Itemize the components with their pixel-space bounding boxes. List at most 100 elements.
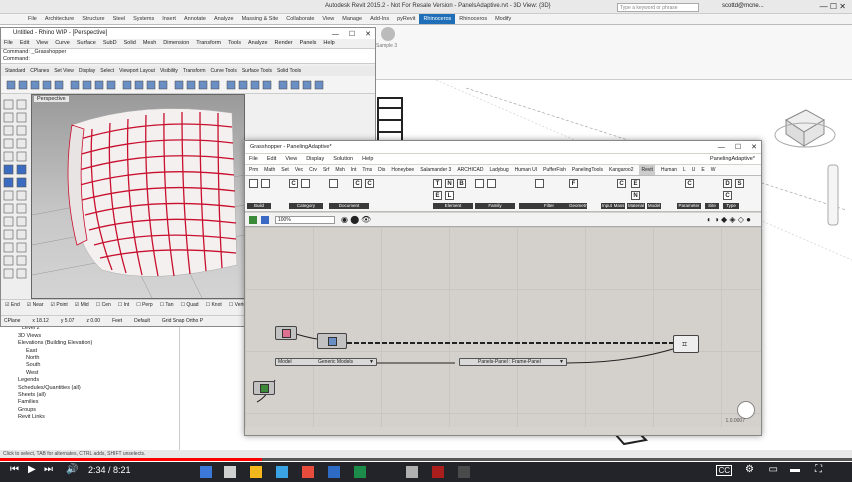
revit-window-controls[interactable]: — ☐ ✕ (820, 2, 846, 11)
rhino-menu-item-2[interactable]: View (36, 39, 48, 48)
browser-item[interactable]: Sheets (all) (0, 392, 179, 399)
osnap-option-1[interactable]: ☑ Near (27, 300, 44, 309)
document-name[interactable]: PanelingAdaptive* (710, 156, 755, 162)
build-icon[interactable] (249, 179, 258, 188)
miniplayer-icon[interactable]: ▭ (769, 464, 778, 475)
volume-icon[interactable]: 🔊 (66, 464, 78, 475)
rhino-menu-item-1[interactable]: Edit (20, 39, 29, 48)
browser-item[interactable]: Families (0, 399, 179, 406)
browser-item[interactable]: South (0, 362, 179, 369)
rhino-toolbar-tab-8[interactable]: Curve Tools (211, 66, 237, 76)
browser-item[interactable]: 3D Views (0, 333, 179, 340)
open-icon[interactable] (261, 216, 269, 224)
rhino-toolbar-tab-10[interactable]: Solid Tools (277, 66, 301, 76)
rhino-menu-item-12[interactable]: Render (275, 39, 293, 48)
revit-tab-3[interactable]: Steel (109, 14, 130, 24)
rhino-menu-item-6[interactable]: Solid (124, 39, 136, 48)
family-e-icon[interactable]: E (433, 191, 442, 200)
rhino-menu-item-8[interactable]: Dimension (163, 39, 189, 48)
geometry-icon[interactable] (535, 179, 544, 188)
material-e-icon[interactable]: E (631, 179, 640, 188)
edge-icon[interactable] (276, 466, 288, 478)
revit-tab-4[interactable]: Systems (129, 14, 158, 24)
rhino-menu-item-3[interactable]: Curve (55, 39, 70, 48)
browser-item[interactable]: Elevations (Building Elevation) (0, 340, 179, 347)
revit-tab-12[interactable]: Add-Ins (366, 14, 393, 24)
revit-tab-8[interactable]: Massing & Site (238, 14, 283, 24)
input-f-icon[interactable]: F (569, 179, 578, 188)
type-s-icon[interactable]: S (735, 179, 744, 188)
document-c-icon-2[interactable]: C (365, 179, 374, 188)
grasshopper-tab-12[interactable]: ARCHICAD (457, 165, 483, 175)
grasshopper-tab-16[interactable]: PanelingTools (572, 165, 603, 175)
document-c-icon[interactable]: C (353, 179, 362, 188)
zoom-field[interactable]: 100% (275, 216, 335, 224)
geometry-component[interactable] (253, 381, 275, 395)
captions-icon[interactable]: CC (716, 465, 732, 476)
rhino-toolbar-tab-7[interactable]: Transform (183, 66, 206, 76)
rhino-menu-item-13[interactable]: Panels (300, 39, 317, 48)
revit-model-component[interactable] (275, 326, 297, 340)
rhino-toolbar-tab-4[interactable]: Select (100, 66, 114, 76)
revit-tab-0[interactable]: File (24, 14, 41, 24)
rhino-side-toolbar[interactable] (1, 94, 31, 299)
family-l-icon[interactable]: L (445, 191, 454, 200)
video-progress-bar[interactable] (0, 458, 852, 461)
previous-icon[interactable]: ⏮ (10, 464, 19, 475)
osnap-option-0[interactable]: ☑ End (5, 300, 20, 309)
family-type-picker[interactable]: Panels-Panel : Frame-Panel ▼ (459, 358, 567, 366)
grasshopper-tab-6[interactable]: Msh (335, 165, 344, 175)
osnap-option-5[interactable]: ☐ Int (118, 300, 129, 309)
grasshopper-tab-10[interactable]: Honeybee (391, 165, 414, 175)
add-component[interactable]: ⌗ (673, 335, 699, 353)
rhino-toolbar-tab-0[interactable]: Standard (5, 66, 25, 76)
revit-tab-14[interactable]: Rhinoceros (419, 14, 456, 24)
browser-item[interactable]: North (0, 355, 179, 362)
grasshopper-menu-item-0[interactable]: File (249, 154, 258, 164)
rhino-status-field-2[interactable]: y 5.07 (61, 316, 75, 325)
grasshopper-menu-item-5[interactable]: Help (362, 154, 373, 164)
browser-item[interactable]: East (0, 348, 179, 355)
revit-tab-10[interactable]: View (318, 14, 338, 24)
revit-tab-11[interactable]: Manage (338, 14, 366, 24)
element-t-icon[interactable]: T (433, 179, 442, 188)
dropdown-icon-2[interactable]: ▼ (559, 359, 564, 365)
grasshopper-tab-21[interactable]: U (692, 165, 696, 175)
grasshopper-menu-item-3[interactable]: Display (306, 154, 324, 164)
rhino-menu-item-0[interactable]: File (4, 39, 13, 48)
revit-user-label[interactable]: scottd@mcne... (722, 3, 764, 9)
grasshopper-tab-0[interactable]: Prm (249, 165, 258, 175)
rhino-toolbar-tab-5[interactable]: Viewport Layout (119, 66, 155, 76)
revit-tab-5[interactable]: Insert (158, 14, 180, 24)
grasshopper-tab-2[interactable]: Set (281, 165, 289, 175)
word-icon[interactable] (328, 466, 340, 478)
model-category-picker[interactable]: Model Generic Models ▼ (275, 358, 377, 366)
grasshopper-tab-4[interactable]: Crv (309, 165, 317, 175)
grasshopper-tab-17[interactable]: Kangaroo2 (609, 165, 633, 175)
rhino-menu-item-11[interactable]: Analyze (248, 39, 268, 48)
rhino-icon[interactable] (406, 466, 418, 478)
revit-tab-2[interactable]: Structure (78, 14, 108, 24)
grasshopper-tab-13[interactable]: Ladybug (489, 165, 508, 175)
revit-tab-6[interactable]: Annotate (180, 14, 210, 24)
eye-icon[interactable]: 👁 (361, 215, 371, 224)
type-c-icon[interactable]: C (723, 191, 732, 200)
category-c-icon[interactable]: C (289, 179, 298, 188)
file-explorer-icon[interactable] (250, 466, 262, 478)
filter-component[interactable] (317, 333, 347, 349)
revit-icon[interactable] (432, 466, 444, 478)
rhino-toolbar-tab-9[interactable]: Surface Tools (242, 66, 272, 76)
play-icon[interactable]: ▶ (28, 464, 36, 475)
grasshopper-tab-3[interactable]: Vec (295, 165, 303, 175)
grasshopper-menu-item-4[interactable]: Solution (333, 154, 353, 164)
browser-item[interactable]: Legends (0, 377, 179, 384)
rhino-toolbar-tab-2[interactable]: Set View (54, 66, 74, 76)
document-icon[interactable] (329, 179, 338, 188)
navigation-widget-icon[interactable] (737, 401, 755, 419)
osnap-option-4[interactable]: ☐ Cen (96, 300, 111, 309)
osnap-option-7[interactable]: ☐ Tan (160, 300, 174, 309)
settings-icon[interactable]: ⚙ (745, 464, 754, 475)
grasshopper-icon[interactable] (458, 466, 470, 478)
osnap-option-6[interactable]: ☐ Perp (136, 300, 152, 309)
grasshopper-tab-8[interactable]: Trns (362, 165, 372, 175)
